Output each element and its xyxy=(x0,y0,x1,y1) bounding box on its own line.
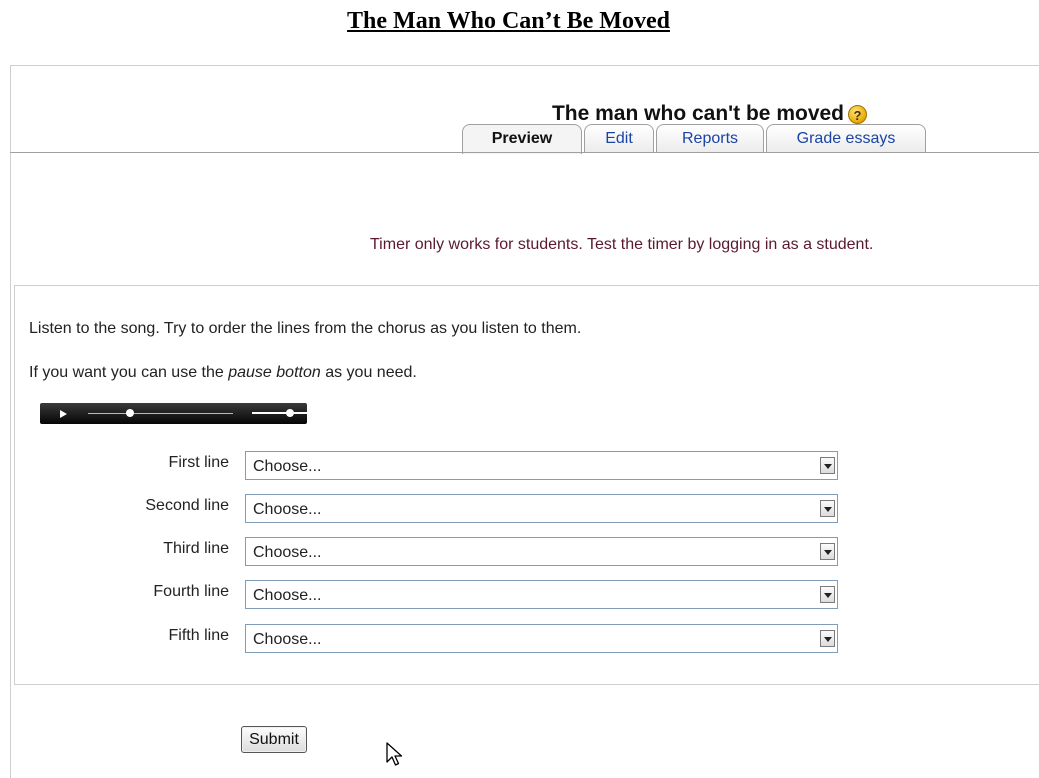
instruction-pause: If you want you can use the pause botton… xyxy=(29,364,417,382)
select-value: Choose... xyxy=(253,631,322,648)
fifth-line-select[interactable]: Choose... xyxy=(245,624,838,653)
timer-message: Timer only works for students. Test the … xyxy=(370,236,874,253)
row-label: First line xyxy=(168,454,229,471)
play-icon[interactable] xyxy=(60,410,67,418)
help-icon[interactable]: ? xyxy=(848,104,868,124)
tab-edit[interactable]: Edit xyxy=(584,124,654,152)
chevron-down-icon[interactable] xyxy=(820,630,835,647)
line-row-fifth: Fifth line Choose... xyxy=(0,624,1039,654)
row-label: Second line xyxy=(145,497,229,514)
submit-button[interactable]: Submit xyxy=(241,726,307,753)
audio-player xyxy=(40,403,330,424)
select-value: Choose... xyxy=(253,587,322,604)
third-line-select[interactable]: Choose... xyxy=(245,537,838,566)
instruction-pause-suffix: as you need. xyxy=(320,364,417,381)
chevron-down-icon[interactable] xyxy=(820,457,835,474)
row-label: Third line xyxy=(163,540,229,557)
quiz-title: The man who can't be moved xyxy=(551,102,845,125)
first-line-select[interactable]: Choose... xyxy=(245,451,838,480)
instruction-pause-prefix: If you want you can use the xyxy=(29,364,229,381)
row-label: Fourth line xyxy=(153,583,229,600)
tab-grade-essays[interactable]: Grade essays xyxy=(766,124,926,152)
second-line-select[interactable]: Choose... xyxy=(245,494,838,523)
select-value: Choose... xyxy=(253,458,322,475)
seek-knob[interactable] xyxy=(126,409,134,417)
quiz-header: The man who can't be moved ? xyxy=(0,102,1039,126)
seek-track[interactable] xyxy=(88,413,233,414)
fourth-line-select[interactable]: Choose... xyxy=(245,580,838,609)
instruction-pause-emphasis: pause botton xyxy=(228,364,321,381)
line-row-third: Third line Choose... xyxy=(0,537,1039,567)
document-title: The Man Who Can’t Be Moved xyxy=(347,8,670,34)
line-row-fourth: Fourth line Choose... xyxy=(0,580,1039,610)
tab-reports[interactable]: Reports xyxy=(656,124,764,152)
line-row-first: First line Choose... xyxy=(0,451,1039,481)
chevron-down-icon[interactable] xyxy=(820,586,835,603)
mouse-cursor-icon xyxy=(386,742,403,766)
instruction-listen: Listen to the song. Try to order the lin… xyxy=(29,320,582,337)
volume-knob[interactable] xyxy=(286,409,294,417)
select-value: Choose... xyxy=(253,544,322,561)
line-row-second: Second line Choose... xyxy=(0,494,1039,524)
tab-bar-line xyxy=(10,152,1039,153)
chevron-down-icon[interactable] xyxy=(820,543,835,560)
select-value: Choose... xyxy=(253,501,322,518)
chevron-down-icon[interactable] xyxy=(820,500,835,517)
tab-preview[interactable]: Preview xyxy=(462,124,582,154)
row-label: Fifth line xyxy=(168,627,229,644)
